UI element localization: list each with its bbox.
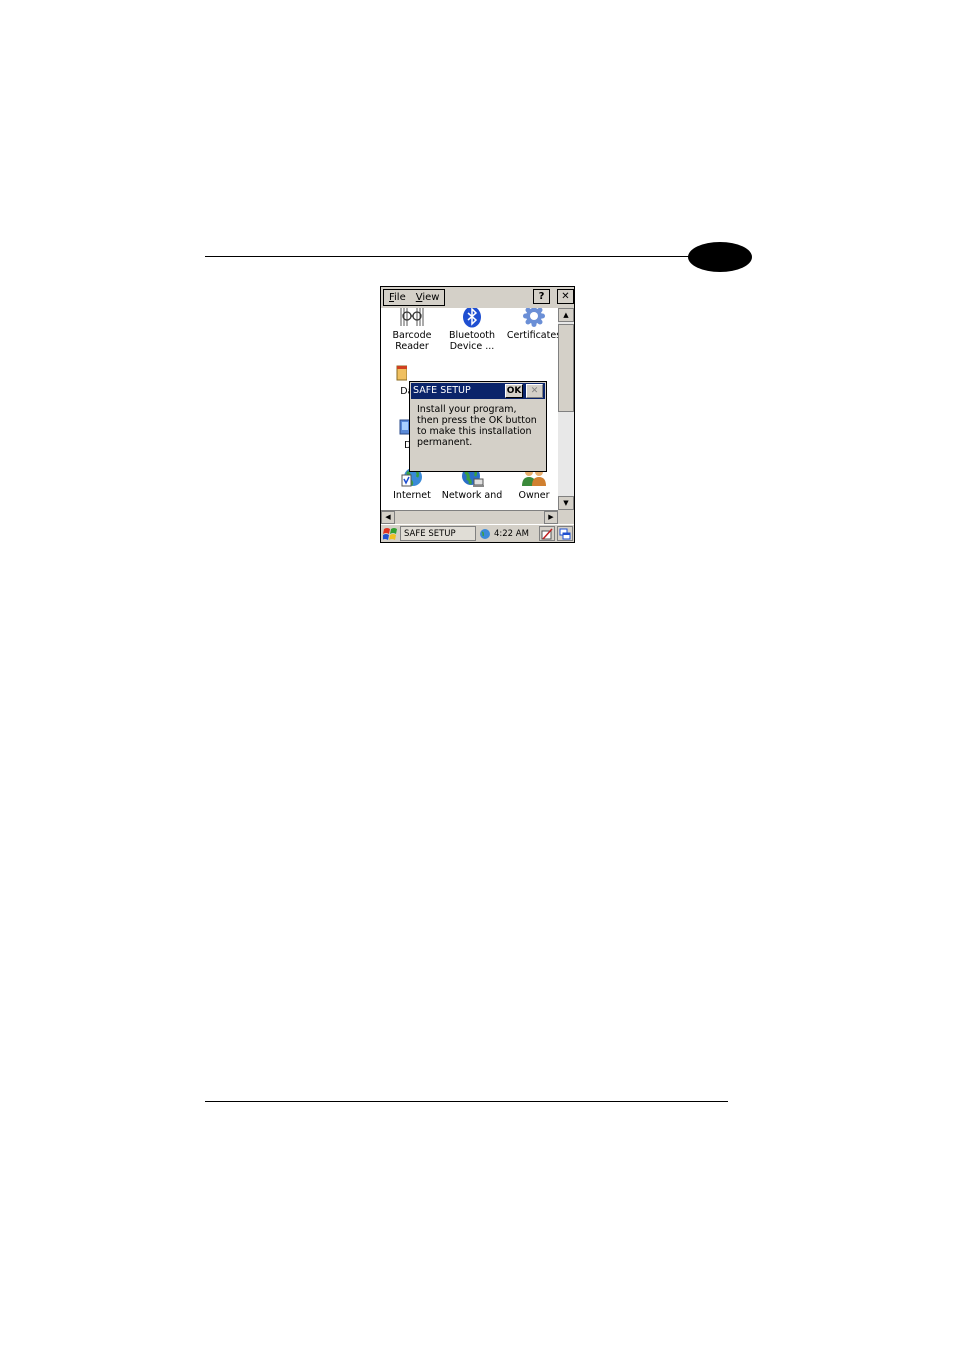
header-rule: [205, 256, 695, 257]
menu-bar: File View ? ✕: [381, 287, 574, 309]
item-certificates[interactable]: Certificates: [503, 308, 558, 341]
scroll-left-arrow-icon[interactable]: ◀: [381, 511, 395, 524]
menu-file[interactable]: File: [384, 292, 411, 303]
certificates-icon: [523, 308, 545, 327]
control-panel-view: Barcode Reader Bluetooth Device ... Cert…: [381, 308, 558, 510]
item-label: Reader: [395, 341, 429, 352]
item-label: Bluetooth: [448, 330, 496, 341]
item-label: Internet: [393, 490, 431, 501]
scroll-thumb[interactable]: [558, 324, 574, 412]
item-label: Network and: [441, 490, 503, 501]
safe-setup-dialog: SAFE SETUP OK ✕ Install your program, th…: [409, 381, 547, 472]
help-button[interactable]: ?: [533, 289, 550, 304]
scroll-up-arrow-icon[interactable]: ▲: [558, 308, 574, 322]
display-icon: [399, 419, 410, 435]
clock[interactable]: 4:22 AM: [494, 529, 529, 539]
network-tray-icon[interactable]: [479, 528, 491, 540]
item-bluetooth[interactable]: Bluetooth Device ...: [441, 308, 503, 352]
taskbar: SAFE SETUP 4:22 AM: [381, 524, 574, 542]
dialog-close-button[interactable]: ✕: [526, 384, 543, 398]
chapter-tab-marker: [688, 242, 752, 272]
taskbar-task-button[interactable]: SAFE SETUP: [400, 526, 476, 541]
start-windows-icon[interactable]: [383, 527, 398, 541]
menu-group: File View: [383, 289, 446, 306]
vertical-scrollbar[interactable]: ▲ ▼: [558, 308, 574, 510]
horizontal-scrollbar[interactable]: ◀ ▶: [381, 510, 558, 525]
date-time-icon: [396, 365, 407, 381]
footer-rule: [205, 1101, 728, 1102]
scrollbar-corner: [558, 510, 574, 524]
desktop-windows-icon[interactable]: [557, 526, 573, 541]
item-label: Barcode: [392, 330, 432, 341]
system-tray: 4:22 AM: [479, 526, 537, 541]
device-screen: File View ? ✕ Barcode Reader Bluetooth D…: [380, 286, 575, 543]
scroll-right-arrow-icon[interactable]: ▶: [544, 511, 558, 524]
barcode-reader-icon: [400, 308, 424, 326]
item-label: Device ...: [449, 341, 495, 352]
item-label: Owner: [518, 490, 550, 501]
bluetooth-icon: [463, 308, 481, 328]
input-method-icon[interactable]: [539, 526, 555, 541]
item-barcode-reader[interactable]: Barcode Reader: [381, 308, 443, 352]
dialog-ok-button[interactable]: OK: [505, 384, 523, 398]
menu-view[interactable]: View: [411, 292, 445, 303]
scroll-down-arrow-icon[interactable]: ▼: [558, 496, 574, 510]
close-button[interactable]: ✕: [557, 289, 574, 304]
item-label: Certificates: [506, 330, 558, 341]
dialog-title: SAFE SETUP: [411, 383, 545, 399]
dialog-message: Install your program, then press the OK …: [417, 404, 537, 448]
